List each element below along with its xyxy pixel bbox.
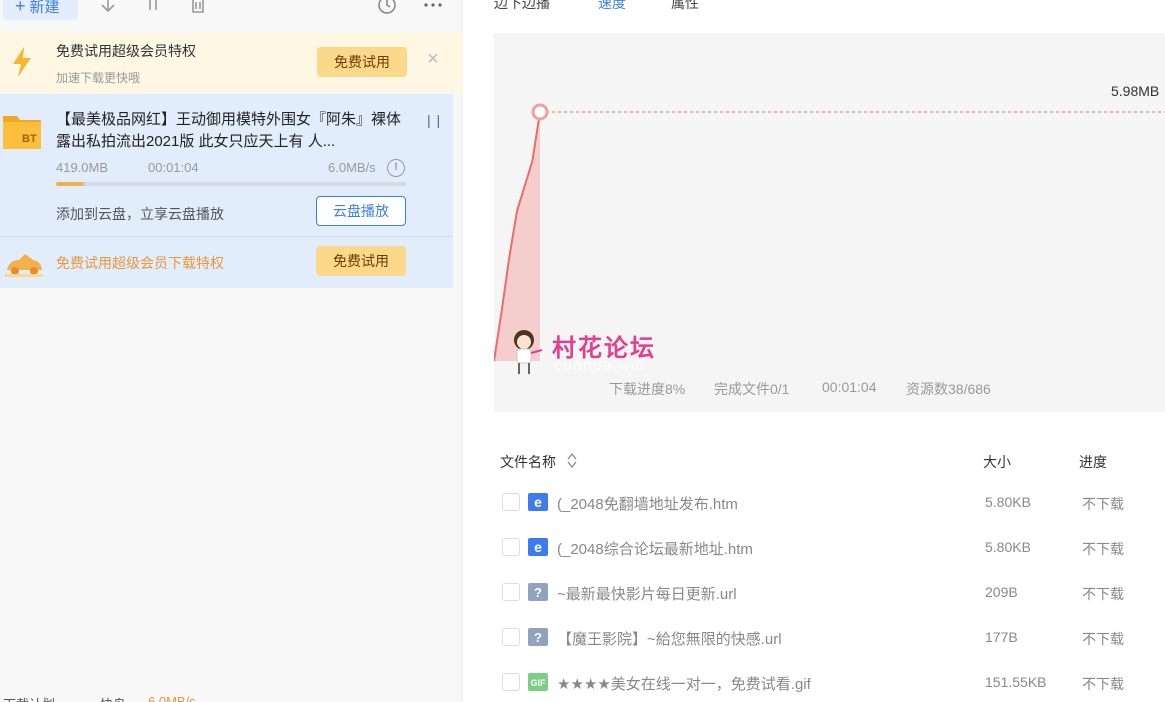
file-name: ~最新最快影片每日更新.url [557, 586, 737, 603]
tab-play-while-download[interactable]: 边下边播 [494, 0, 550, 13]
task-elapsed: 00:01:04 [148, 160, 199, 175]
file-row[interactable]: e (_2048免翻墙地址发布.htm 5.80KB 不下载 [463, 493, 1165, 538]
cloud-promo-text: 添加到云盘，立享云盘播放 [56, 206, 224, 222]
unknown-file-icon: ? [528, 628, 548, 646]
task-pause-icon[interactable]: | | [427, 112, 441, 128]
task-size: 419.0MB [56, 160, 109, 175]
file-checkbox[interactable] [502, 673, 520, 691]
svg-text:e: e [534, 494, 542, 510]
task-list-panel: + 新建 免费试用超级会员特权 加速下载更快哦 免费试用 × BT 【最美极品网… [0, 0, 463, 702]
sort-icon[interactable] [566, 452, 578, 468]
info-icon[interactable]: ! [387, 159, 405, 177]
history-icon[interactable] [376, 0, 400, 18]
download-plan-link[interactable]: 下载计划 [3, 694, 55, 702]
lightning-icon [13, 47, 31, 77]
cartoon-girl-icon [514, 330, 543, 374]
file-name: 【魔王影院】~給您無限的快感.url [557, 631, 782, 648]
toolbar: + 新建 [0, 0, 463, 30]
stat-sources: 资源数38/686 [906, 381, 991, 397]
file-progress: 不下载 [1082, 586, 1124, 602]
watermark: 村花论坛 cunhua.win [508, 328, 668, 378]
peak-speed-label: 5.98MB [1111, 83, 1160, 99]
stat-files: 完成文件0/1 [714, 381, 790, 397]
file-row[interactable]: ? ~最新最快影片每日更新.url 209B 不下载 [463, 583, 1165, 628]
tab-properties[interactable]: 属性 [671, 0, 699, 13]
file-size: 5.80KB [985, 494, 1031, 510]
column-header-name[interactable]: 文件名称 [500, 452, 556, 472]
file-progress: 不下载 [1082, 631, 1124, 647]
column-header-progress[interactable]: 进度 [1079, 452, 1107, 472]
file-size: 177B [985, 629, 1018, 645]
trash-icon[interactable] [187, 0, 211, 18]
vip-trial-title: 免费试用超级会员特权 [56, 43, 196, 59]
file-checkbox[interactable] [502, 583, 520, 601]
ie-icon: e [528, 538, 548, 556]
task-detail-panel: 边下边播 速度 属性 5.98MB 村花论坛 cunhua.win 下载进度8%… [463, 0, 1165, 702]
plus-icon: + [15, 0, 26, 16]
status-bar: 下载计划 快鸟 6.0MB/s [0, 690, 463, 702]
file-name: (_2048综合论坛最新地址.htm [557, 541, 753, 558]
divider [0, 236, 453, 237]
tab-speed[interactable]: 速度 [598, 0, 626, 13]
file-row[interactable]: ? 【魔王影院】~給您無限的快感.url 177B 不下载 [463, 628, 1165, 673]
file-checkbox[interactable] [502, 538, 520, 556]
stat-progress: 下载进度8% [609, 381, 686, 397]
svg-text:GIF: GIF [531, 678, 547, 688]
close-icon[interactable]: × [424, 49, 442, 69]
vip-download-promo-text: 免费试用超级会员下载特权 [56, 255, 224, 271]
vip-trial-banner: 免费试用超级会员特权 加速下载更快哦 免费试用 × [0, 32, 463, 93]
new-task-label: 新建 [29, 0, 60, 16]
file-size: 151.55KB [985, 674, 1047, 690]
task-progress-fill [56, 182, 84, 186]
task-progress-bar [56, 182, 406, 186]
speed-chart: 5.98MB 村花论坛 cunhua.win 下载进度8% 完成文件0/1 00… [494, 33, 1165, 412]
ie-icon: e [528, 493, 548, 511]
file-row[interactable]: GIF ★★★★美女在线一对一，免费试看.gif 151.55KB 不下载 [463, 673, 1165, 702]
file-checkbox[interactable] [502, 628, 520, 646]
svg-text:BT: BT [22, 133, 37, 145]
stat-time: 00:01:04 [822, 379, 877, 395]
watermark-url: cunhua.win [554, 357, 645, 374]
free-trial-button[interactable]: 免费试用 [317, 47, 407, 77]
gif-file-icon: GIF [528, 673, 548, 691]
file-progress: 不下载 [1082, 541, 1124, 557]
pause-icon[interactable] [142, 0, 166, 18]
file-size: 5.80KB [985, 539, 1031, 555]
download-manager-window: + 新建 免费试用超级会员特权 加速下载更快哦 免费试用 × BT 【最美极品网… [0, 0, 1165, 702]
speed-car-icon [5, 254, 43, 277]
free-trial-button-2[interactable]: 免费试用 [316, 246, 406, 276]
svg-text:e: e [534, 539, 542, 555]
svg-text:?: ? [534, 630, 542, 645]
file-progress: 不下载 [1082, 676, 1124, 692]
file-row[interactable]: e (_2048综合论坛最新地址.htm 5.80KB 不下载 [463, 538, 1165, 583]
fast-bird-label[interactable]: 快鸟 [100, 694, 126, 702]
unknown-file-icon: ? [528, 583, 548, 601]
download-task-item[interactable]: BT 【最美极品网红】王动御用模特外围女『阿朱』裸体露出私拍流出2021版 此女… [0, 94, 453, 288]
task-speed: 6.0MB/s [328, 160, 376, 175]
file-progress: 不下载 [1082, 496, 1124, 512]
task-title: 【最美极品网红】王动御用模特外围女『阿朱』裸体露出私拍流出2021版 此女只应天… [56, 111, 402, 150]
status-speed: 6.0MB/s [148, 694, 196, 702]
file-name: (_2048免翻墙地址发布.htm [557, 496, 738, 513]
speed-area [494, 112, 540, 361]
bt-folder-icon: BT [3, 116, 41, 149]
file-size: 209B [985, 584, 1018, 600]
new-task-button[interactable]: + 新建 [3, 0, 78, 20]
more-icon[interactable] [422, 0, 446, 18]
cloud-play-button[interactable]: 云盘播放 [316, 196, 406, 226]
download-icon[interactable] [97, 0, 121, 18]
peak-point [531, 103, 549, 121]
svg-text:?: ? [534, 585, 542, 600]
file-name: ★★★★美女在线一对一，免费试看.gif [557, 676, 811, 693]
vip-trial-subtitle: 加速下载更快哦 [56, 71, 141, 85]
file-checkbox[interactable] [502, 493, 520, 511]
column-header-size[interactable]: 大小 [983, 452, 1011, 472]
